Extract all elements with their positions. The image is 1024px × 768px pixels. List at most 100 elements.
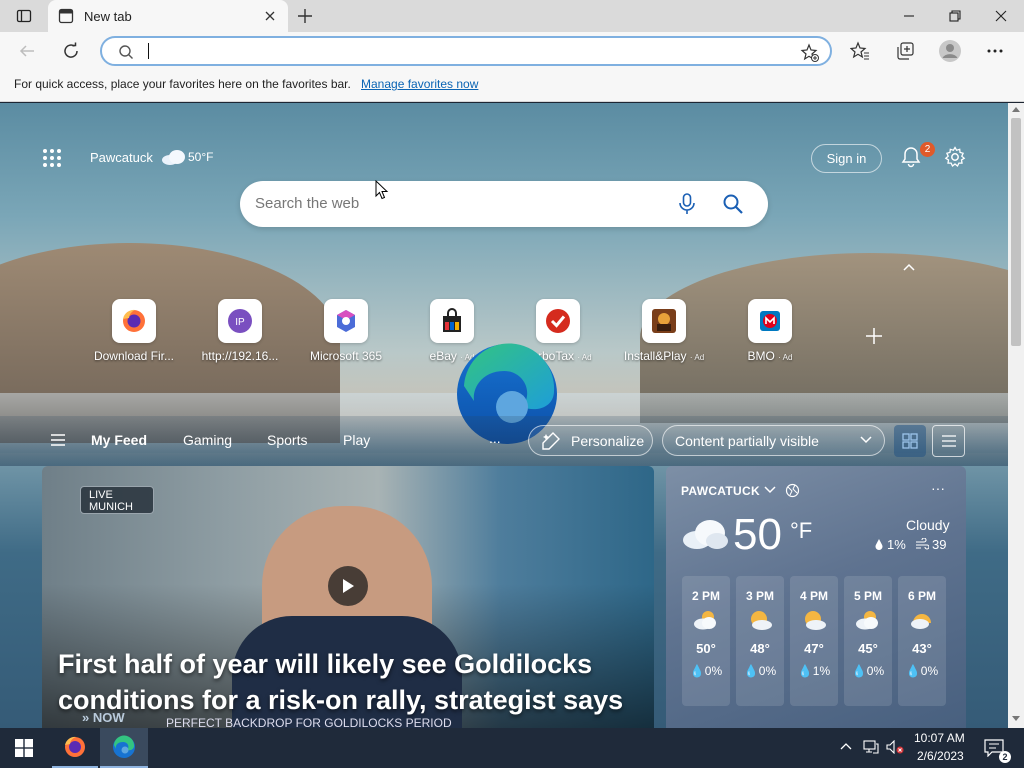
- address-bar[interactable]: [100, 36, 832, 66]
- web-search-box[interactable]: Search the web: [240, 181, 768, 227]
- hour-precip: 💧0%: [690, 664, 722, 678]
- show-hidden-icons-icon[interactable]: [840, 741, 852, 751]
- play-video-icon[interactable]: [328, 566, 368, 606]
- favorites-bar-hint: For quick access, place your favorites h…: [14, 77, 351, 91]
- new-tab-plus-icon[interactable]: [296, 7, 314, 25]
- windows-start-icon[interactable]: [0, 728, 48, 768]
- personalize-button[interactable]: Personalize: [528, 425, 653, 456]
- profile-avatar-icon[interactable]: [938, 39, 962, 63]
- quick-link-tile[interactable]: Microsoft 365: [298, 299, 394, 363]
- close-tab-icon[interactable]: [262, 8, 278, 24]
- content-visibility-label: Content partially visible: [675, 432, 819, 449]
- feed-more-button[interactable]: ...: [489, 430, 501, 446]
- search-submit-icon[interactable]: [722, 193, 744, 215]
- bmo-icon: [748, 299, 792, 343]
- feed-tab-gaming[interactable]: Gaming: [183, 432, 232, 448]
- raindrop-icon: [874, 538, 884, 550]
- page-settings-gear-icon[interactable]: [944, 146, 966, 168]
- hour-time: 6 PM: [907, 589, 936, 603]
- collapse-chevron-icon[interactable]: [902, 262, 916, 272]
- taskbar-clock-time[interactable]: 10:07 AM: [914, 731, 965, 745]
- notifications-bell-icon[interactable]: [900, 146, 922, 168]
- close-window-icon[interactable]: [994, 9, 1008, 23]
- apps-launcher-icon[interactable]: [42, 148, 62, 168]
- weather-temp-unit: °F: [790, 518, 813, 543]
- taskbar-edge-icon[interactable]: [100, 728, 148, 768]
- settings-more-icon[interactable]: [986, 42, 1004, 60]
- sign-in-button[interactable]: Sign in: [811, 144, 882, 173]
- list-layout-icon[interactable]: [932, 425, 965, 457]
- quick-link-label: BMO: [747, 349, 775, 363]
- hourly-forecast-item[interactable]: 6 PM 43° 💧0%: [898, 576, 946, 706]
- raindrop-icon: 💧: [797, 664, 813, 678]
- hour-precip: 💧0%: [906, 664, 938, 678]
- ntp-temperature[interactable]: 50°F: [188, 150, 213, 164]
- hourly-forecast-item[interactable]: 2 PM 50° 💧0%: [682, 576, 730, 706]
- weather-location[interactable]: PAWCATUCK: [681, 484, 760, 498]
- globe-icon[interactable]: [785, 483, 800, 498]
- scroll-up-arrow-icon[interactable]: [1012, 106, 1020, 112]
- svg-text:IP: IP: [235, 317, 245, 328]
- taskbar-clock-date[interactable]: 2/6/2023: [917, 749, 964, 763]
- personalize-label: Personalize: [571, 432, 645, 449]
- hour-temp: 50°: [696, 641, 716, 656]
- raindrop-icon: 💧: [743, 664, 759, 678]
- quick-link-label: Microsoft 365: [309, 349, 383, 363]
- hour-precip: 💧0%: [744, 664, 776, 678]
- quick-link-label: eBay: [429, 349, 457, 363]
- mouse-cursor-icon: [375, 180, 389, 200]
- manage-favorites-link[interactable]: Manage favorites now: [361, 77, 478, 91]
- live-badge-line2: MUNICH: [89, 501, 133, 513]
- notifications-badge: 2: [920, 142, 935, 157]
- sun-cloud-icon: [801, 609, 827, 631]
- quick-link-tile[interactable]: IP http://192.16...: [192, 299, 288, 363]
- hourly-forecast-item[interactable]: 4 PM 47° 💧1%: [790, 576, 838, 706]
- sparkle-pencil-icon: [541, 431, 561, 451]
- restore-icon[interactable]: [948, 9, 962, 23]
- hourly-forecast-item[interactable]: 5 PM 45° 💧0%: [844, 576, 892, 706]
- volume-muted-icon[interactable]: [886, 740, 904, 754]
- add-favorite-icon[interactable]: [800, 43, 820, 63]
- tab-actions-icon[interactable]: [10, 2, 38, 30]
- hour-temp: 48°: [750, 641, 770, 656]
- quick-link-tile[interactable]: Download Fir...: [86, 299, 182, 363]
- quick-link-tile[interactable]: BMO · Ad: [722, 299, 818, 363]
- hourly-forecast-item[interactable]: 3 PM 48° 💧0%: [736, 576, 784, 706]
- microphone-icon[interactable]: [678, 193, 696, 215]
- quick-link-tile[interactable]: Install&Play · Ad: [616, 299, 712, 363]
- web-search-placeholder[interactable]: Search the web: [255, 195, 359, 212]
- ip-icon: IP: [218, 299, 262, 343]
- hero-headline[interactable]: First half of year will likely see Goldi…: [58, 646, 628, 718]
- hour-temp: 43°: [912, 641, 932, 656]
- weather-card[interactable]: PAWCATUCK ··· 50 °F Cloudy 1% 39 2 PM 50…: [666, 466, 966, 728]
- weather-wind: 39: [932, 537, 947, 552]
- feed-tab-my-feed[interactable]: My Feed: [91, 432, 147, 448]
- minimize-icon[interactable]: [902, 9, 916, 23]
- hour-time: 4 PM: [799, 589, 828, 603]
- feed-tab-sports[interactable]: Sports: [267, 432, 307, 448]
- ntp-location[interactable]: Pawcatuck: [90, 150, 153, 165]
- quick-link-label: http://192.16...: [201, 349, 279, 363]
- collections-icon[interactable]: [895, 41, 915, 61]
- chevron-down-icon[interactable]: [763, 485, 777, 495]
- firefox-icon: [112, 299, 156, 343]
- action-center-badge: 2: [999, 751, 1011, 763]
- scroll-down-arrow-icon[interactable]: [1012, 716, 1020, 722]
- back-arrow-icon[interactable]: [18, 42, 36, 60]
- tab-new-tab[interactable]: New tab: [48, 0, 288, 32]
- scrollbar-thumb[interactable]: [1011, 118, 1021, 346]
- grid-layout-icon[interactable]: [894, 425, 926, 457]
- feed-menu-icon[interactable]: [50, 433, 66, 447]
- quick-link-label: Download Fir...: [93, 349, 175, 363]
- weather-more-button[interactable]: ···: [931, 480, 945, 496]
- favorites-icon[interactable]: [850, 41, 870, 61]
- raindrop-icon: 💧: [905, 664, 921, 678]
- taskbar-firefox-icon[interactable]: [52, 728, 98, 768]
- network-icon[interactable]: [863, 740, 879, 754]
- feed-tab-play[interactable]: Play: [343, 432, 370, 448]
- content-visibility-dropdown[interactable]: Content partially visible: [662, 425, 885, 456]
- hour-precip-value: 0%: [920, 664, 939, 678]
- add-quick-link-icon[interactable]: [864, 326, 884, 346]
- hour-time: 5 PM: [853, 589, 882, 603]
- refresh-icon[interactable]: [62, 42, 80, 60]
